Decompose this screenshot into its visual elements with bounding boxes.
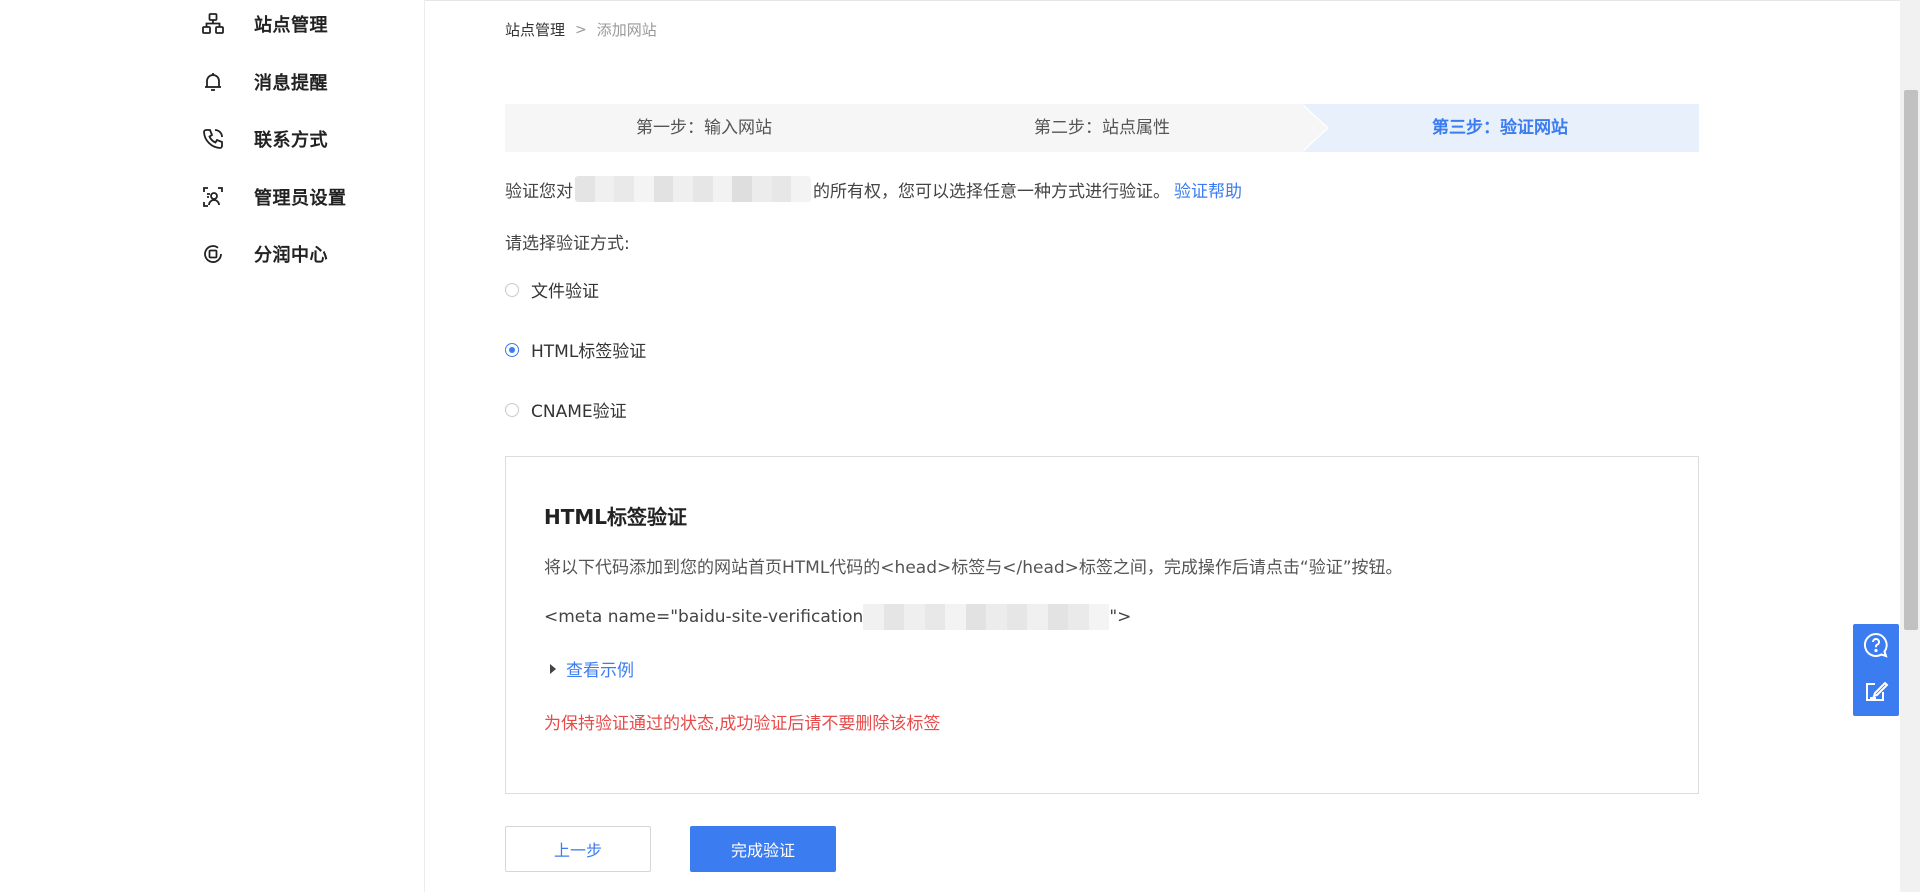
caret-right-icon [550, 663, 556, 674]
help-chat-button[interactable] [1853, 624, 1899, 670]
radio-cname-verification[interactable]: CNAME验证 [505, 397, 627, 422]
view-example-toggle[interactable]: 查看示例 [544, 656, 634, 681]
breadcrumb-add-site: 添加网站 [596, 21, 657, 39]
warning-text: 为保持验证通过的状态,成功验证后请不要删除该标签 [544, 714, 941, 734]
radio-button-selected[interactable] [505, 342, 519, 357]
sidebar: 站点管理 消息提醒 联系方式 管理员设置 分润中心 [0, 0, 425, 892]
sidebar-item-label: 分润中心 [254, 245, 328, 266]
sidebar-item-contact[interactable]: 联系方式 [200, 124, 328, 154]
verify-intro: 验证您对 的所有权，您可以选择任意一种方式进行验证。 验证帮助 [505, 176, 1242, 202]
breadcrumb-site-management[interactable]: 站点管理 [505, 19, 565, 40]
sidebar-item-label: 站点管理 [254, 15, 328, 36]
radio-file-verification[interactable]: 文件验证 [505, 277, 599, 302]
panel-description: 将以下代码添加到您的网站首页HTML代码的<head>标签与</head>标签之… [544, 558, 1403, 578]
radio-label: CNAME验证 [531, 402, 627, 422]
redacted-verification-code [863, 604, 1110, 630]
help-chat-icon [1862, 631, 1890, 663]
bell-icon [200, 69, 226, 95]
meta-tag-code[interactable]: <meta name="baidu-site-verification "> [544, 604, 1131, 630]
breadcrumb: 站点管理 > 添加网站 [505, 19, 657, 40]
sidebar-item-label: 消息提醒 [254, 73, 328, 94]
view-example-label: 查看示例 [566, 661, 634, 681]
radio-button[interactable] [505, 282, 519, 297]
verify-intro-prefix: 验证您对 [505, 181, 573, 202]
radio-label: 文件验证 [531, 282, 599, 302]
redacted-site-url [575, 176, 811, 202]
sidebar-item-label: 管理员设置 [254, 188, 347, 209]
phone-icon [200, 126, 226, 152]
step-2: 第二步：站点属性 [1034, 118, 1170, 138]
site-structure-icon [200, 11, 226, 37]
sidebar-item-admin-settings[interactable]: 管理员设置 [200, 182, 347, 212]
step-3-active: 第三步：验证网站 [1432, 118, 1568, 138]
radio-html-tag-verification[interactable]: HTML标签验证 [505, 337, 646, 362]
sidebar-item-label: 联系方式 [254, 130, 328, 151]
sidebar-item-notifications[interactable]: 消息提醒 [200, 67, 328, 97]
admin-user-icon [200, 184, 226, 210]
previous-step-button[interactable]: 上一步 [505, 826, 651, 872]
verify-help-link[interactable]: 验证帮助 [1174, 177, 1242, 202]
html-tag-panel: HTML标签验证 将以下代码添加到您的网站首页HTML代码的<head>标签与<… [505, 456, 1699, 794]
radio-button[interactable] [505, 402, 519, 417]
feedback-edit-icon [1863, 678, 1889, 708]
feedback-button[interactable] [1853, 670, 1899, 716]
meta-prefix: <meta name="baidu-site-verification [544, 607, 864, 627]
scrollbar-thumb[interactable] [1904, 90, 1918, 630]
radio-label: HTML标签验证 [531, 342, 647, 362]
page-scrollbar[interactable] [1900, 0, 1920, 892]
sidebar-item-revenue-center[interactable]: 分润中心 [200, 239, 328, 269]
step-progress: 第一步：输入网站 第二步：站点属性 第三步：验证网站 [505, 104, 1699, 152]
breadcrumb-separator: > [575, 21, 587, 38]
meta-suffix: "> [1109, 607, 1132, 627]
revenue-share-icon [200, 241, 226, 267]
finish-verification-button[interactable]: 完成验证 [690, 826, 836, 872]
sidebar-item-site-management[interactable]: 站点管理 [200, 9, 328, 39]
method-label: 请选择验证方式: [505, 234, 630, 254]
floating-tools [1853, 624, 1899, 716]
verify-intro-suffix: 的所有权，您可以选择任意一种方式进行验证。 [813, 181, 1170, 202]
step-1: 第一步：输入网站 [636, 118, 772, 138]
panel-title: HTML标签验证 [544, 505, 688, 529]
